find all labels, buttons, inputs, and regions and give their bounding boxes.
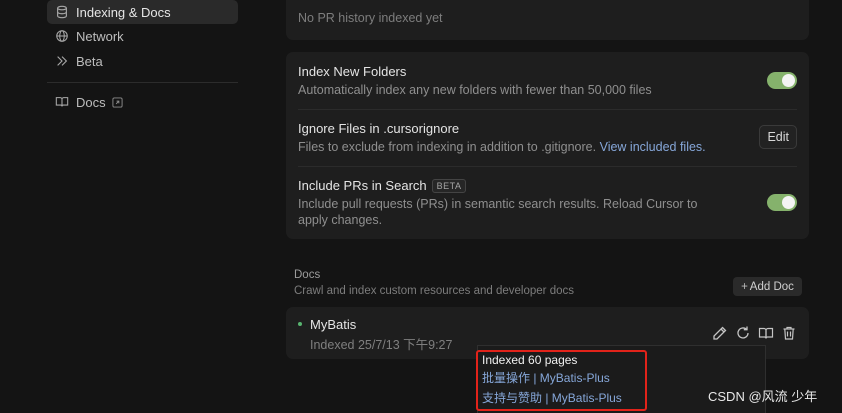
pr-history-card: No PR history indexed yet xyxy=(286,0,809,40)
edit-ignore-files-button[interactable]: Edit xyxy=(759,125,797,149)
setting-description: Automatically index any new folders with… xyxy=(298,83,652,97)
add-doc-button[interactable]: + Add Doc xyxy=(733,277,802,296)
include-prs-toggle[interactable] xyxy=(767,194,797,211)
plus-icon: + xyxy=(741,280,748,293)
settings-sidebar: Indexing & Docs Network Beta Docs xyxy=(0,0,250,413)
setting-index-new-folders: Index New Folders Automatically index an… xyxy=(298,64,797,98)
sidebar-item-indexing-docs[interactable]: Indexing & Docs xyxy=(47,0,238,24)
sidebar-item-network[interactable]: Network xyxy=(47,24,238,48)
sidebar-item-label: Beta xyxy=(76,53,103,69)
sidebar-item-label: Docs xyxy=(76,94,106,110)
book-icon xyxy=(55,95,69,109)
row-divider xyxy=(298,166,797,167)
indexing-settings-card: Index New Folders Automatically index an… xyxy=(286,52,809,239)
book-open-icon[interactable] xyxy=(758,325,774,341)
annotation-highlight-box xyxy=(476,350,647,411)
docs-section-title: Docs xyxy=(294,269,321,281)
double-chevron-icon xyxy=(55,54,69,68)
setting-include-prs: Include PRs in Search BETA Include pull … xyxy=(298,178,729,228)
index-new-folders-toggle[interactable] xyxy=(767,72,797,89)
setting-description-text: Files to exclude from indexing in additi… xyxy=(298,140,597,154)
watermark: CSDN @风流 少年 xyxy=(708,389,818,404)
sidebar-item-beta[interactable]: Beta xyxy=(47,49,238,73)
view-included-files-link[interactable]: View included files. xyxy=(600,140,706,154)
beta-badge: BETA xyxy=(431,178,467,193)
refresh-icon[interactable] xyxy=(735,325,751,341)
globe-icon xyxy=(55,29,69,43)
doc-status: Indexed 25/7/13 下午9:27 xyxy=(310,338,453,352)
doc-actions xyxy=(712,325,797,341)
status-dot xyxy=(298,322,302,326)
pr-history-empty-text: No PR history indexed yet xyxy=(298,11,443,25)
setting-description: Files to exclude from indexing in additi… xyxy=(298,139,797,155)
row-divider xyxy=(298,109,797,110)
pencil-icon[interactable] xyxy=(712,325,728,341)
database-icon xyxy=(55,5,69,19)
sidebar-divider xyxy=(47,82,238,83)
sidebar-item-docs[interactable]: Docs xyxy=(47,90,238,114)
external-link-icon xyxy=(112,96,123,108)
setting-title: Ignore Files in .cursorignore xyxy=(298,121,460,136)
setting-title: Include PRs in Search BETA xyxy=(298,178,729,193)
add-doc-label: Add Doc xyxy=(749,280,794,293)
setting-ignore-files: Ignore Files in .cursorignore Files to e… xyxy=(298,121,797,155)
trash-icon[interactable] xyxy=(781,325,797,341)
sidebar-item-label: Network xyxy=(76,28,124,44)
sidebar-item-label: Indexing & Docs xyxy=(76,4,171,20)
docs-section-description: Crawl and index custom resources and dev… xyxy=(294,285,574,297)
doc-name: MyBatis xyxy=(310,317,357,332)
setting-description: Include pull requests (PRs) in semantic … xyxy=(298,197,698,227)
setting-title: Index New Folders xyxy=(298,64,407,79)
setting-title-text: Include PRs in Search xyxy=(298,178,427,193)
